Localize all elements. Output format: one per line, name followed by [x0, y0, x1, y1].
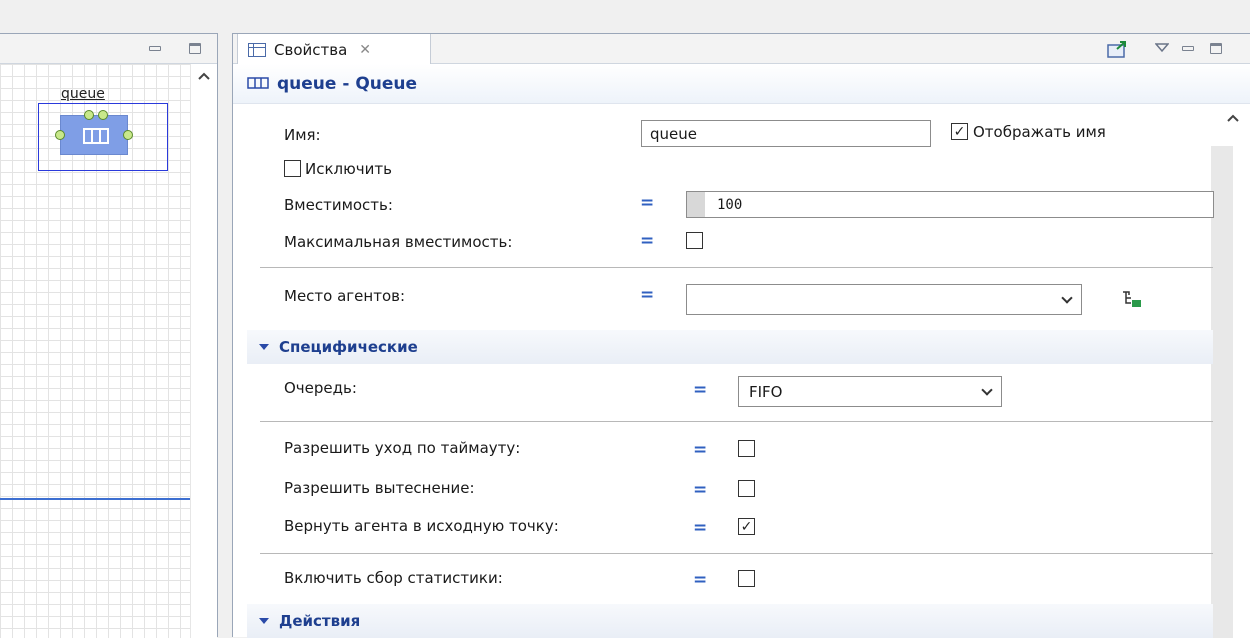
- statistics-checkbox[interactable]: [738, 570, 755, 587]
- exclude-label: Исключить: [305, 160, 392, 178]
- maximize-button[interactable]: [186, 41, 204, 55]
- queue-select-value: FIFO: [749, 382, 783, 401]
- timeout-label: Разрешить уход по таймауту:: [284, 439, 521, 457]
- close-icon[interactable]: ✕: [359, 42, 371, 58]
- tab-properties-label: Свойства: [274, 40, 348, 59]
- queue-in-port[interactable]: [55, 130, 65, 140]
- statistics-label: Включить сбор статистики:: [284, 569, 503, 587]
- minimize-button[interactable]: [1179, 41, 1197, 55]
- static-value-icon[interactable]: =: [693, 518, 707, 538]
- queue-icon: [83, 128, 109, 144]
- static-value-icon[interactable]: =: [640, 231, 654, 251]
- tab-properties[interactable]: Свойства ✕: [237, 34, 431, 65]
- section-actions-header[interactable]: Действия: [247, 604, 1213, 638]
- capacity-label: Вместимость:: [284, 196, 393, 214]
- properties-panel: Свойства ✕ queue - Queue Имя: queue ✓ От…: [232, 33, 1250, 638]
- exclude-checkbox[interactable]: [284, 160, 301, 177]
- return-agent-checkbox[interactable]: [738, 518, 755, 535]
- scroll-up-icon[interactable]: [198, 72, 210, 80]
- static-value-icon[interactable]: =: [693, 440, 707, 460]
- canvas-boundary-line: [0, 498, 190, 500]
- show-name-checkbox[interactable]: [951, 123, 968, 140]
- chevron-down-icon: [1061, 291, 1073, 304]
- max-capacity-label: Максимальная вместимость:: [284, 233, 513, 251]
- section-actions-title: Действия: [279, 612, 361, 630]
- open-in-new-window-icon[interactable]: [1107, 40, 1129, 58]
- preemption-checkbox[interactable]: [738, 480, 755, 497]
- maximize-icon: [189, 42, 201, 54]
- field-gutter: [687, 192, 705, 217]
- chevron-down-icon: [981, 383, 993, 396]
- collapse-triangle-icon: [259, 618, 269, 624]
- static-value-icon[interactable]: =: [640, 285, 654, 305]
- queue-icon: [247, 75, 269, 93]
- scroll-up-icon[interactable]: [1227, 114, 1239, 122]
- scrollbar-thumb[interactable]: [1211, 146, 1233, 638]
- name-field-value: queue: [650, 124, 697, 143]
- minimize-button[interactable]: [146, 41, 164, 55]
- timeout-checkbox[interactable]: [738, 440, 755, 457]
- queue-block-label[interactable]: queue: [61, 86, 105, 102]
- maximize-button[interactable]: [1207, 41, 1225, 55]
- preemption-label: Разрешить вытеснение:: [284, 479, 475, 497]
- queue-select[interactable]: FIFO: [738, 376, 1002, 407]
- queue-port-top-2[interactable]: [98, 110, 108, 120]
- section-specific-header[interactable]: Специфические: [247, 330, 1213, 364]
- capacity-value: 100: [717, 196, 743, 213]
- object-title: queue - Queue: [277, 73, 418, 94]
- queue-block[interactable]: [55, 110, 133, 155]
- separator: [260, 267, 1213, 268]
- agent-location-label: Место агентов:: [284, 287, 406, 305]
- show-name-label: Отображать имя: [973, 123, 1106, 141]
- queue-port-top-1[interactable]: [84, 110, 94, 120]
- properties-icon: [248, 42, 266, 57]
- name-field[interactable]: queue: [641, 120, 931, 147]
- create-element-icon[interactable]: [1121, 289, 1143, 309]
- max-capacity-checkbox[interactable]: [686, 232, 703, 249]
- minimize-icon: [1182, 45, 1194, 51]
- section-specific-title: Специфические: [279, 338, 418, 356]
- agent-location-select[interactable]: [686, 284, 1082, 315]
- editor-panel-header: [0, 34, 217, 64]
- queue-out-port[interactable]: [123, 130, 133, 140]
- properties-header: queue - Queue: [233, 64, 1250, 104]
- queue-label: Очередь:: [284, 379, 357, 397]
- canvas-scrollbar[interactable]: [190, 64, 217, 638]
- static-value-icon[interactable]: =: [640, 193, 654, 213]
- separator: [260, 553, 1213, 554]
- properties-tab-bar: Свойства ✕: [233, 34, 1250, 65]
- maximize-icon: [1210, 42, 1222, 54]
- static-value-icon[interactable]: =: [693, 570, 707, 590]
- return-agent-label: Вернуть агента в исходную точку:: [284, 517, 559, 535]
- view-menu-icon[interactable]: [1155, 43, 1169, 53]
- static-value-icon[interactable]: =: [693, 380, 707, 400]
- minimize-icon: [149, 45, 161, 51]
- static-value-icon[interactable]: =: [693, 480, 707, 500]
- capacity-field[interactable]: 100: [686, 191, 1214, 218]
- name-label: Имя:: [284, 126, 321, 144]
- separator: [260, 421, 1213, 422]
- collapse-triangle-icon: [259, 344, 269, 350]
